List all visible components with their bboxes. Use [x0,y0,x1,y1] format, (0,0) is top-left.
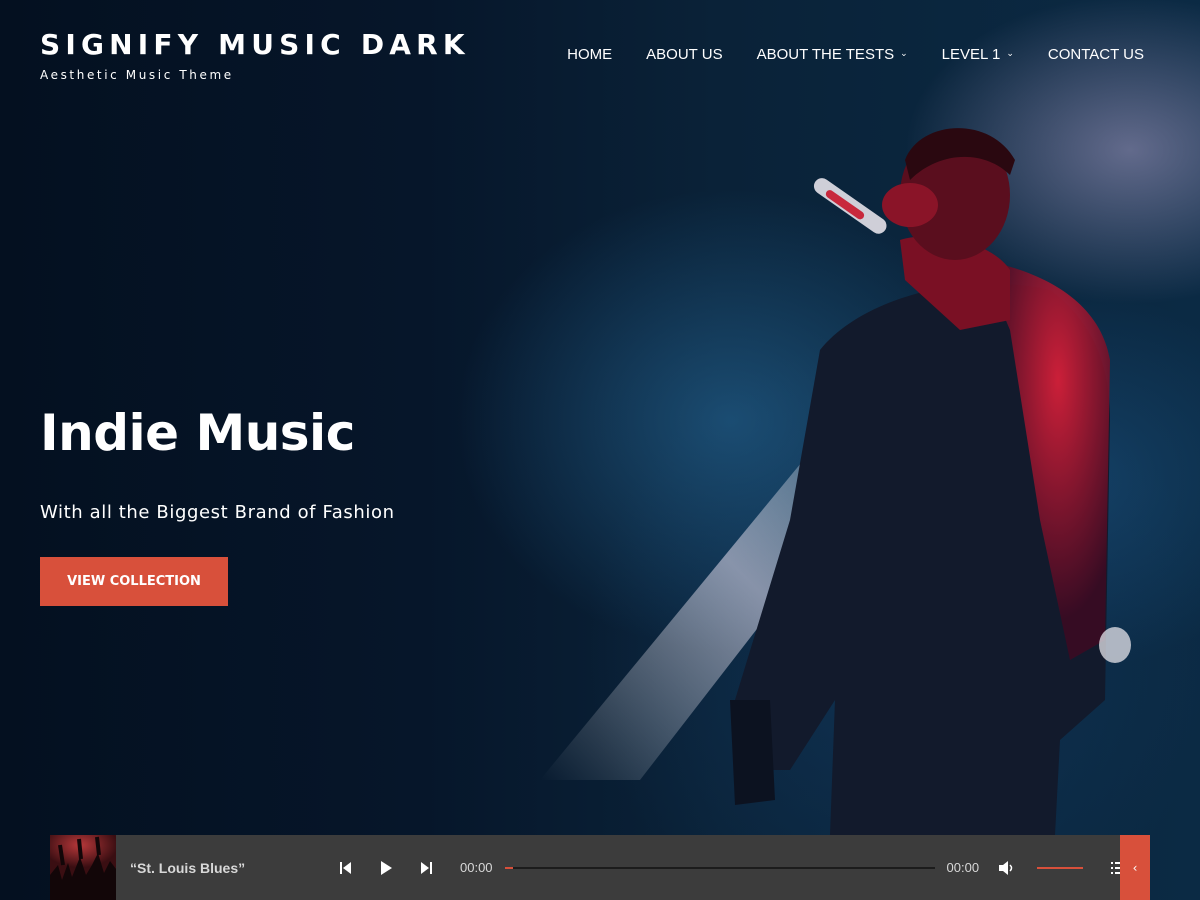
progress-fill [504,866,514,869]
volume-button[interactable] [987,853,1027,883]
site-tagline: Aesthetic Music Theme [40,68,234,82]
track-thumbnail [50,835,116,900]
nav-item-label: ABOUT THE TESTS [756,46,895,63]
nav-item-label: CONTACT US [1047,46,1144,63]
nav-item-level-1[interactable]: LEVEL 1 ⌄ [942,46,1014,63]
audio-player: “St. Louis Blues” 00:00 00:00 ‹ [50,835,1150,900]
hero-subtitle: With all the Biggest Brand of Fashion [40,502,395,523]
play-button[interactable] [366,853,406,883]
volume-fill [1037,866,1084,869]
nav-item-home[interactable]: HOME [567,46,612,63]
nav-item-label: HOME [567,46,613,63]
chevron-left-icon: ‹ [1132,860,1138,875]
track-title: “St. Louis Blues” [130,859,246,876]
nav-item-label: LEVEL 1 [941,46,1001,63]
next-track-button[interactable] [406,853,446,883]
progress-bar[interactable] [504,866,935,869]
nav-item-about-the-tests[interactable]: ABOUT THE TESTS ⌄ [757,46,908,63]
main-nav: HOME ABOUT US ABOUT THE TESTS ⌄ LEVEL 1 … [567,46,1144,63]
previous-track-button[interactable] [326,853,366,883]
skip-forward-icon [421,861,432,874]
site-title[interactable]: SIGNIFY MUSIC DARK [40,28,470,61]
nav-item-contact-us[interactable]: CONTACT US [1048,46,1144,63]
current-time: 00:00 [460,860,493,875]
chevron-down-icon: ⌄ [900,48,908,58]
crowd-image [50,836,116,900]
nav-item-about-us[interactable]: ABOUT US [646,46,722,63]
hero-title: Indie Music [40,404,355,462]
play-icon [381,860,392,875]
chevron-down-icon: ⌄ [1006,48,1014,58]
view-collection-button[interactable]: VIEW COLLECTION [40,557,228,606]
player-toggle-button[interactable]: ‹ [1120,835,1150,900]
skip-back-icon [340,861,351,874]
volume-slider[interactable] [1037,866,1084,869]
nav-item-label: ABOUT US [646,46,723,63]
volume-icon [999,860,1013,875]
duration: 00:00 [946,860,980,875]
